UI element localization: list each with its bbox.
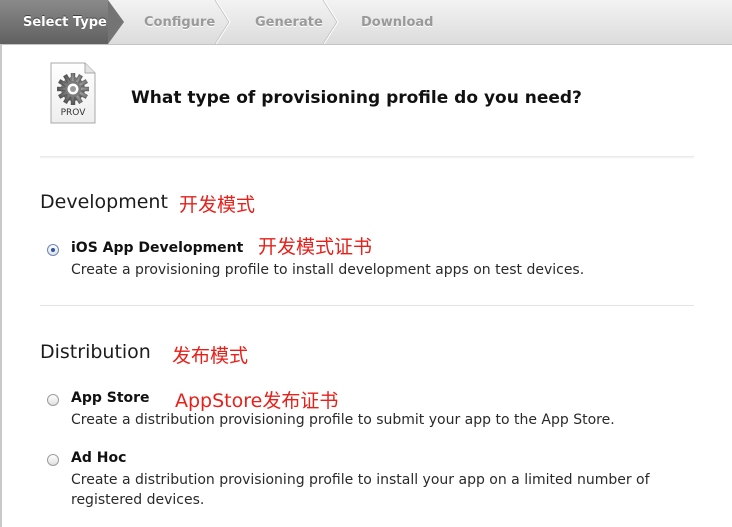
ios-app-development-description: Create a provisioning profile to install… bbox=[71, 262, 585, 278]
provisioning-profile-page: Select Type Configure Generate Download bbox=[0, 0, 732, 527]
header-divider bbox=[40, 156, 694, 159]
distribution-section-title: Distribution bbox=[40, 341, 151, 363]
left-divider bbox=[0, 44, 2, 527]
app-store-description: Create a distribution provisioning profi… bbox=[71, 412, 615, 428]
ios-app-development-annotation: 开发模式证书 bbox=[258, 236, 373, 258]
step-separator-icon bbox=[214, 0, 232, 44]
step-separator-icon bbox=[322, 0, 340, 44]
ios-app-development-radio[interactable] bbox=[47, 244, 59, 256]
step-generate[interactable]: Generate bbox=[255, 0, 323, 44]
app-store-annotation: AppStore发布证书 bbox=[175, 390, 339, 412]
provisioning-file-label: PROV bbox=[60, 108, 86, 118]
development-annotation: 开发模式 bbox=[179, 194, 256, 216]
ios-app-development-label[interactable]: iOS App Development bbox=[71, 240, 243, 256]
ad-hoc-label[interactable]: Ad Hoc bbox=[71, 450, 126, 466]
app-store-label[interactable]: App Store bbox=[71, 390, 150, 406]
provisioning-file-icon: PROV bbox=[49, 62, 97, 124]
app-store-radio[interactable] bbox=[47, 394, 59, 406]
step-download[interactable]: Download bbox=[361, 0, 433, 44]
ad-hoc-description: Create a distribution provisioning profi… bbox=[71, 472, 650, 508]
step-select-type[interactable]: Select Type bbox=[0, 0, 124, 44]
step-bar: Select Type Configure Generate Download bbox=[0, 0, 732, 45]
development-section-title: Development bbox=[40, 191, 168, 213]
section-divider bbox=[40, 305, 694, 306]
ad-hoc-radio[interactable] bbox=[47, 454, 59, 466]
page-question: What type of provisioning profile do you… bbox=[131, 88, 582, 108]
step-configure[interactable]: Configure bbox=[144, 0, 215, 44]
distribution-annotation: 发布模式 bbox=[172, 345, 249, 367]
